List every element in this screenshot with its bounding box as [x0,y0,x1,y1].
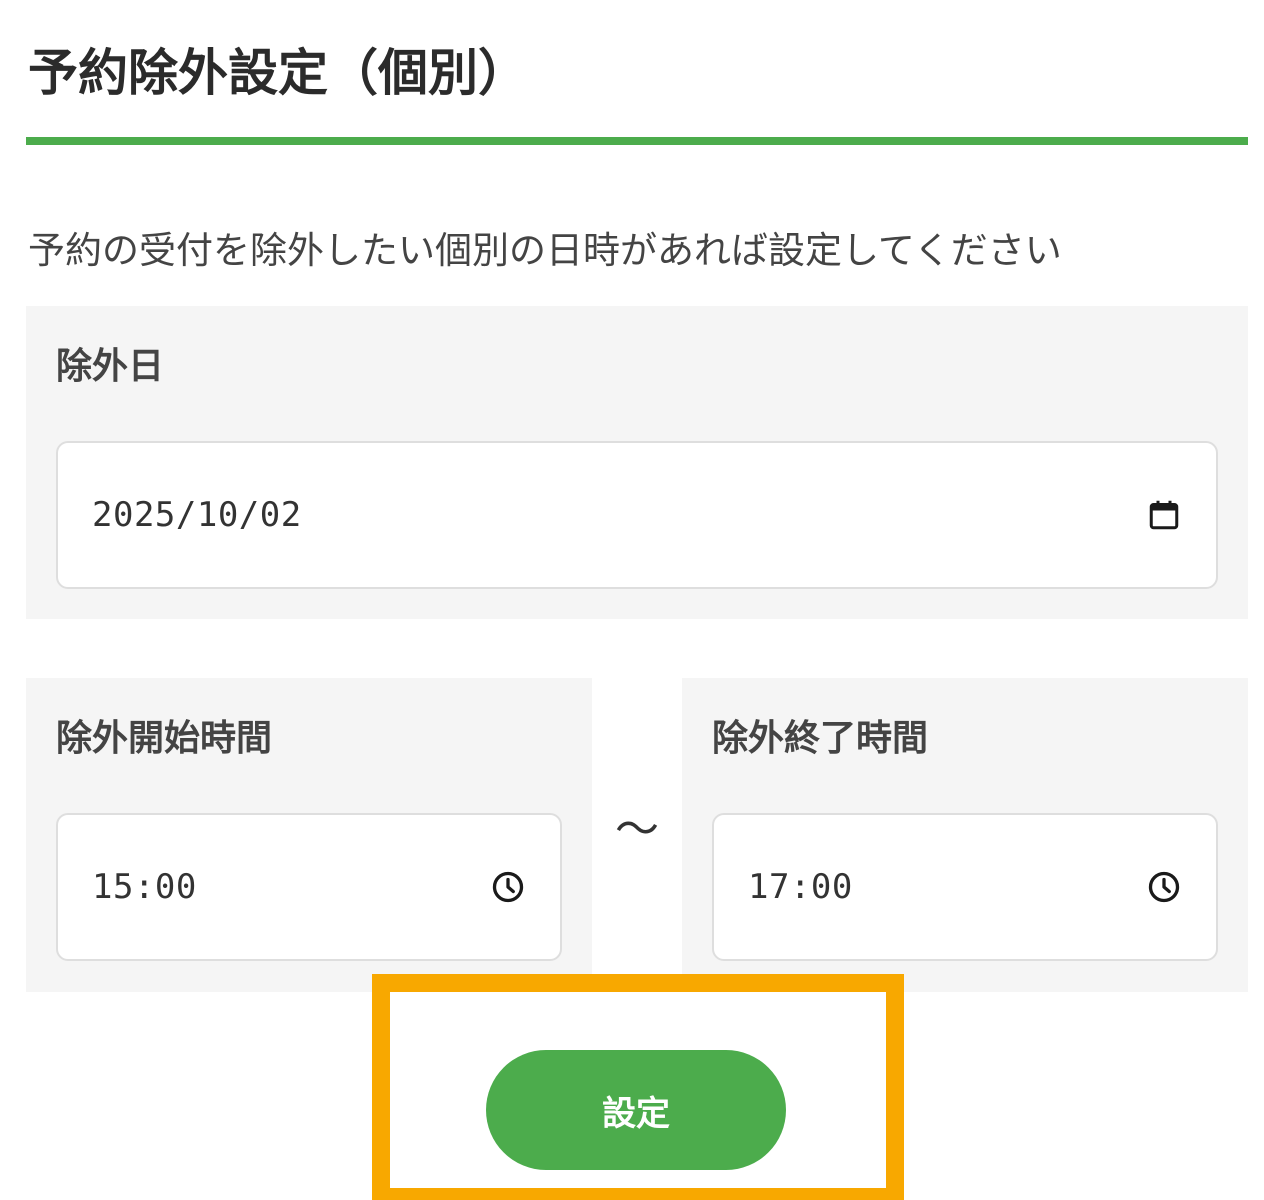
exclusion-date-panel: 除外日 2025/10/02 [26,306,1248,619]
save-button[interactable]: 設定 [486,1050,786,1170]
end-time-label: 除外終了時間 [712,718,929,759]
title-divider [26,137,1248,145]
clock-icon[interactable] [490,869,526,905]
end-time-value: 17:00 [748,867,853,907]
start-time-value: 15:00 [92,867,197,907]
start-time-label: 除外開始時間 [56,718,273,759]
end-time-input[interactable]: 17:00 [712,813,1218,961]
page-title: 予約除外設定（個別） [28,44,528,102]
page-description: 予約の受付を除外したい個別の日時があれば設定してください [28,229,1062,272]
start-time-input[interactable]: 15:00 [56,813,562,961]
calendar-icon[interactable] [1146,497,1182,533]
exclusion-date-value: 2025/10/02 [92,495,302,535]
range-separator: 〜 [615,804,659,855]
exclusion-date-label: 除外日 [56,346,165,387]
end-time-panel: 除外終了時間 17:00 [682,678,1248,992]
page: 予約除外設定（個別） 予約の受付を除外したい個別の日時があれば設定してください … [0,0,1264,1200]
start-time-panel: 除外開始時間 15:00 [26,678,592,992]
clock-icon[interactable] [1146,869,1182,905]
exclusion-date-input[interactable]: 2025/10/02 [56,441,1218,589]
